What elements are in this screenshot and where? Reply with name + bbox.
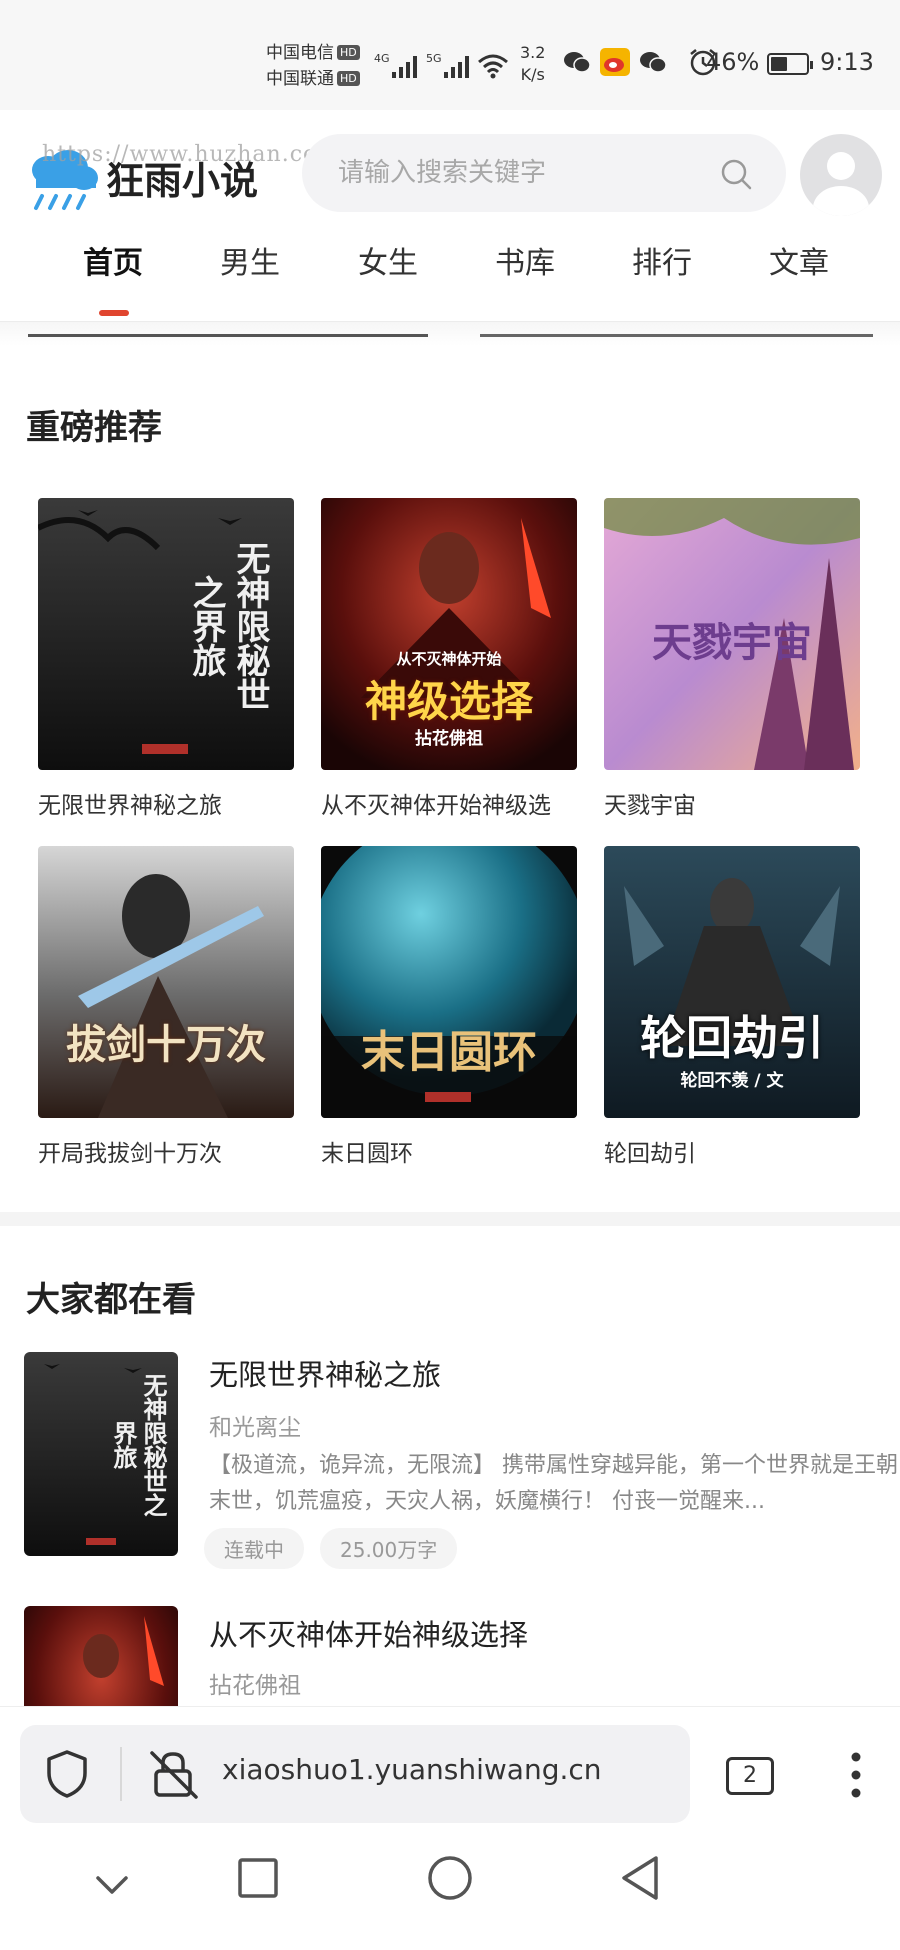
section-title-featured: 重磅推荐 (26, 408, 162, 448)
tab-female[interactable]: 女生 (333, 240, 443, 288)
cover-art (38, 846, 294, 1118)
cover-author: 轮回不羡 / 文 (680, 1071, 784, 1091)
cover-title: 拔剑十万次 (66, 1021, 266, 1068)
banner-carousel-edge (28, 334, 873, 337)
item-title[interactable]: 无限世界神秘之旅 (209, 1352, 441, 1394)
home-icon[interactable] (426, 1854, 474, 1902)
user-icon (813, 152, 869, 216)
book-title[interactable]: 末日圆环 (321, 1134, 577, 1168)
cover-subtitle: 从不灭神体开始 (396, 650, 502, 668)
net-speed: 3.2 K/s (520, 43, 546, 84)
book-card[interactable]: 末日圆环 末日圆环 (321, 846, 577, 1168)
carrier-1: 中国电信 (266, 43, 334, 63)
wechat-icon (640, 52, 667, 73)
tab-ranking[interactable]: 排行 (607, 240, 717, 288)
status-badge: 连载中 (204, 1528, 304, 1569)
tabs-button[interactable]: 2 (726, 1757, 774, 1795)
search-icon[interactable] (720, 158, 752, 190)
recent-apps-icon[interactable] (236, 1856, 280, 1900)
search-bar[interactable] (302, 134, 786, 212)
search-input[interactable] (338, 134, 698, 212)
cover-author: 拈花佛祖 (415, 729, 483, 749)
cover-title: 神级选择 (364, 677, 533, 726)
browser-toolbar: xiaoshuo1.yuanshiwang.cn 2 (0, 1706, 900, 1830)
tab-articles[interactable]: 文章 (744, 240, 854, 288)
cover-art (24, 1606, 178, 1706)
book-card[interactable]: 天戮宇宙 天戮宇宙 (604, 498, 860, 820)
url-text[interactable]: xiaoshuo1.yuanshiwang.cn (222, 1753, 602, 1786)
item-author[interactable]: 拈花佛祖 (209, 1666, 301, 1700)
system-nav-bar (0, 1830, 900, 1950)
book-cover[interactable]: 轮回劫引 轮回不羡 / 文 (604, 846, 860, 1118)
item-title[interactable]: 从不灭神体开始神级选择 (209, 1612, 528, 1654)
battery-percent: 46% (706, 48, 760, 76)
item-description: 【极道流，诡异流，无限流】 携带属性穿越异能，第一个世界就是王朝末世，饥荒瘟疫，… (209, 1453, 898, 1514)
divider (120, 1747, 122, 1801)
lock-off-icon[interactable] (148, 1749, 200, 1801)
book-title[interactable]: 开局我拔剑十万次 (38, 1134, 294, 1168)
book-title[interactable]: 从不灭神体开始神级选 (321, 786, 577, 820)
book-cover[interactable]: 天戮宇宙 (604, 498, 860, 770)
more-menu-icon[interactable] (850, 1751, 862, 1799)
back-icon[interactable] (618, 1854, 662, 1902)
signal-5g-icon: 5G (426, 52, 469, 78)
carrier-info: 中国电信 HD 中国联通 HD (266, 40, 360, 92)
weibo-icon (600, 48, 630, 76)
hd-badge: HD (337, 71, 360, 86)
wifi-icon (478, 54, 508, 79)
book-card[interactable]: 轮回劫引 轮回不羡 / 文 轮回劫引 (604, 846, 860, 1168)
word-count-badge: 25.00万字 (320, 1528, 458, 1569)
nav-tabs: 首页 男生 女生 书库 排行 文章 (0, 240, 900, 320)
book-cover[interactable]: 拔剑十万次 (38, 846, 294, 1118)
section-divider (0, 1212, 900, 1226)
book-cover[interactable]: 末日圆环 (321, 846, 577, 1118)
book-cover[interactable]: 无神限秘世之界旅 (38, 498, 294, 770)
tab-home[interactable]: 首页 (58, 240, 168, 288)
avatar[interactable] (800, 134, 882, 216)
shield-icon[interactable] (44, 1749, 90, 1799)
book-card[interactable]: 拔剑十万次 开局我拔剑十万次 (38, 846, 294, 1168)
active-tab-indicator (99, 310, 129, 316)
chevron-down-icon[interactable] (94, 1874, 130, 1898)
cover-title: 天戮宇宙 (652, 619, 812, 666)
book-title[interactable]: 轮回劫引 (604, 1134, 860, 1168)
book-title[interactable]: 天戮宇宙 (604, 786, 860, 820)
tab-male[interactable]: 男生 (195, 240, 305, 288)
carrier-2: 中国联通 (266, 69, 334, 89)
address-bar[interactable]: xiaoshuo1.yuanshiwang.cn (20, 1725, 690, 1823)
book-cover[interactable]: 从不灭神体开始 神级选择 拈花佛祖 (321, 498, 577, 770)
book-cover[interactable] (24, 1606, 178, 1706)
battery-icon (767, 53, 813, 75)
list-item[interactable]: 无神限秘世之界旅 无限世界神秘之旅 和光离尘 【极道流，诡异流，无限流】 携带属… (24, 1352, 898, 1569)
hd-badge: HD (337, 45, 360, 60)
cover-title: 无神限秘世之界旅 (109, 1373, 168, 1517)
signal-4g-icon: 4G (374, 52, 417, 78)
book-cover[interactable]: 无神限秘世之界旅 (24, 1352, 178, 1556)
tab-library[interactable]: 书库 (470, 240, 580, 288)
book-card[interactable]: 从不灭神体开始 神级选择 拈花佛祖 从不灭神体开始神级选 (321, 498, 577, 820)
svg-text:4G: 4G (374, 52, 390, 65)
cover-title: 末日圆环 (361, 1027, 537, 1078)
cover-title: 无神限秘世之界旅 (186, 541, 270, 711)
list-item[interactable]: 从不灭神体开始神级选择 拈花佛祖 (24, 1606, 876, 1706)
status-bar: 中国电信 HD 中国联通 HD 4G 5G 3.2 K/s 46% 9:13 (0, 0, 900, 110)
item-badges: 连载中 25.00万字 (204, 1528, 458, 1569)
notification-icons (562, 48, 718, 76)
item-author[interactable]: 和光离尘 (209, 1408, 301, 1442)
book-title[interactable]: 无限世界神秘之旅 (38, 786, 294, 820)
book-card[interactable]: 无神限秘世之界旅 无限世界神秘之旅 (38, 498, 294, 820)
svg-text:5G: 5G (426, 52, 442, 65)
cover-title: 轮回劫引 (640, 1011, 824, 1065)
section-title-popular: 大家都在看 (26, 1280, 196, 1320)
site-header: 狂雨小说 https://www.huzhan.com/ishop22512 首… (0, 110, 900, 322)
clock: 9:13 (820, 48, 874, 76)
wechat-icon (564, 52, 591, 73)
